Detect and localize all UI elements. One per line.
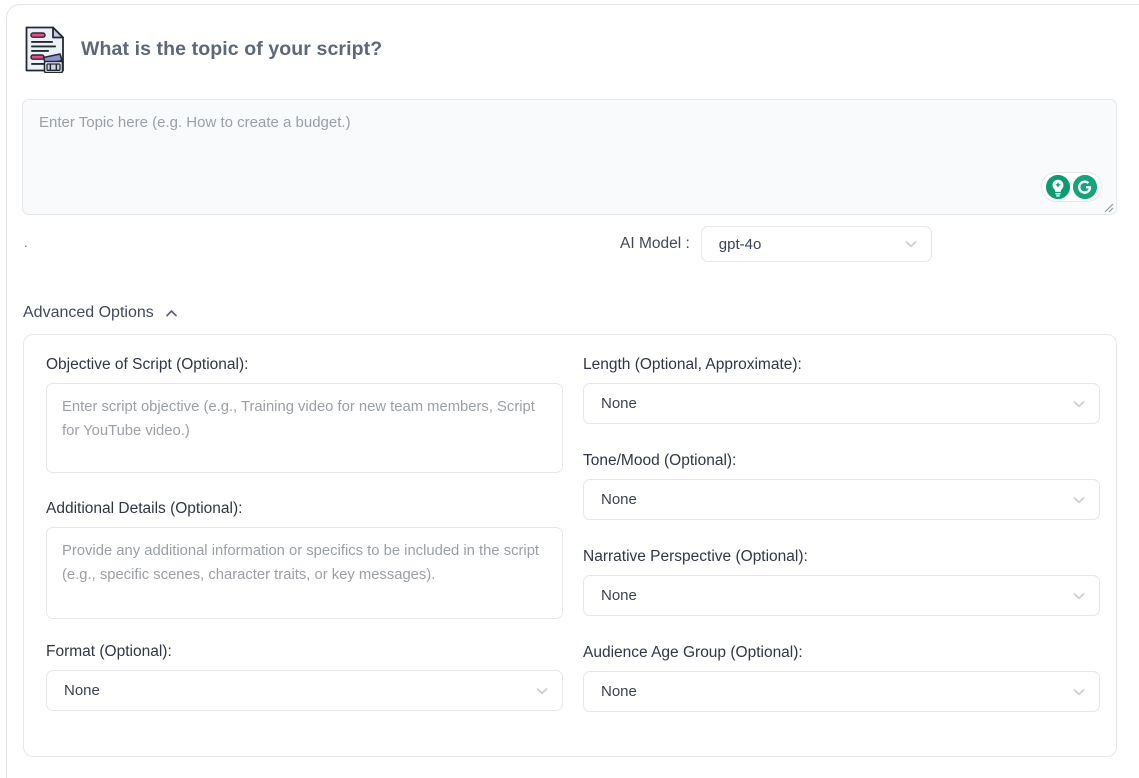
objective-field-group: Objective of Script (Optional):	[46, 356, 563, 473]
chevron-down-icon	[1071, 684, 1087, 700]
narrative-perspective-label: Narrative Perspective (Optional):	[583, 548, 1100, 566]
audience-age-group-label: Audience Age Group (Optional):	[583, 644, 1100, 662]
length-label: Length (Optional, Approximate):	[583, 356, 1100, 374]
format-label: Format (Optional):	[46, 643, 563, 661]
length-select[interactable]: None	[583, 383, 1100, 424]
audience-age-group-field-group: Audience Age Group (Optional): None	[583, 644, 1100, 712]
tone-mood-select[interactable]: None	[583, 479, 1100, 520]
topic-input[interactable]	[22, 99, 1117, 215]
chevron-down-icon	[534, 683, 550, 699]
narrative-perspective-field-group: Narrative Perspective (Optional): None	[583, 548, 1100, 616]
chevron-down-icon	[1071, 396, 1087, 412]
length-value: None	[601, 395, 637, 412]
advanced-options-label: Advanced Options	[23, 304, 154, 322]
page-title: What is the topic of your script?	[81, 38, 382, 61]
ai-model-label: AI Model :	[620, 235, 690, 253]
tone-mood-label: Tone/Mood (Optional):	[583, 452, 1100, 470]
script-document-clapperboard-icon	[23, 25, 67, 73]
chevron-down-icon	[1071, 588, 1087, 604]
ai-model-row: AI Model : gpt-4o	[620, 226, 932, 262]
grammarly-icon[interactable]	[1072, 174, 1098, 200]
advanced-options-panel: Objective of Script (Optional): Addition…	[23, 334, 1117, 757]
chevron-down-icon	[1071, 492, 1087, 508]
format-select[interactable]: None	[46, 670, 563, 711]
additional-details-label: Additional Details (Optional):	[46, 500, 563, 518]
additional-details-field-group: Additional Details (Optional):	[46, 500, 563, 619]
ai-model-select[interactable]: gpt-4o	[701, 226, 932, 262]
chevron-down-icon	[903, 236, 919, 252]
narrative-perspective-value: None	[601, 587, 637, 604]
objective-label: Objective of Script (Optional):	[46, 356, 563, 374]
ai-suggestion-lightbulb-icon[interactable]	[1045, 174, 1071, 200]
tone-mood-value: None	[601, 491, 637, 508]
additional-details-input[interactable]	[46, 527, 563, 619]
topic-input-group	[22, 99, 1117, 215]
length-field-group: Length (Optional, Approximate): None	[583, 356, 1100, 424]
audience-age-group-value: None	[601, 683, 637, 700]
page-content: What is the topic of your script?	[0, 0, 1139, 778]
ai-model-value: gpt-4o	[719, 236, 762, 253]
objective-input[interactable]	[46, 383, 563, 473]
tone-mood-field-group: Tone/Mood (Optional): None	[583, 452, 1100, 520]
writing-assistant-pill[interactable]	[1041, 172, 1102, 202]
script-generator-page: What is the topic of your script?	[0, 0, 1139, 778]
chevron-up-icon[interactable]	[163, 305, 180, 322]
page-header: What is the topic of your script?	[23, 25, 382, 73]
advanced-options-toggle[interactable]: Advanced Options	[23, 304, 180, 322]
stray-text: .	[24, 236, 28, 249]
format-value: None	[64, 682, 100, 699]
format-field-group: Format (Optional): None	[46, 643, 563, 711]
narrative-perspective-select[interactable]: None	[583, 575, 1100, 616]
audience-age-group-select[interactable]: None	[583, 671, 1100, 712]
